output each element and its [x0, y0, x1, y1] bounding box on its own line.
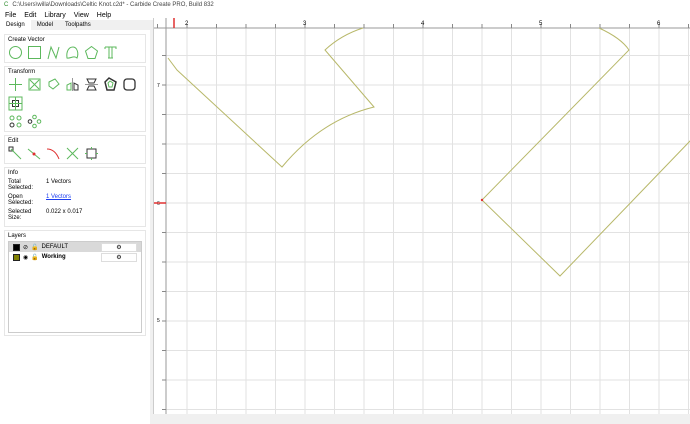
layers-group: Layers ⊘ 🔓 DEFAULT ⚙ ◉ 🔓 Working ⚙: [4, 230, 146, 336]
tab-design[interactable]: Design: [0, 20, 31, 30]
group-title: Layers: [8, 233, 142, 239]
gear-icon[interactable]: ⚙: [101, 243, 137, 252]
total-selected-value: 1 Vectors: [46, 179, 71, 191]
selected-size-value: 0.022 x 0.017: [46, 209, 82, 221]
menu-file[interactable]: File: [5, 12, 16, 19]
circle-icon[interactable]: [8, 45, 23, 60]
create-vector-group: Create Vector: [4, 34, 146, 63]
polyline-icon[interactable]: [46, 45, 61, 60]
mirror-vertical-icon[interactable]: [84, 77, 99, 92]
lock-icon[interactable]: 🔓: [31, 244, 38, 251]
tab-toolpaths[interactable]: Toolpaths: [59, 20, 97, 30]
open-selected-link[interactable]: 1 Vectors: [46, 194, 71, 206]
layer-row[interactable]: ⊘ 🔓 DEFAULT ⚙: [9, 242, 141, 252]
open-selected-label: Open Selected:: [8, 194, 46, 206]
group-title: Edit: [8, 138, 142, 144]
menu-edit[interactable]: Edit: [24, 12, 36, 19]
selected-size-label: Selected Size:: [8, 209, 46, 221]
node-edit-icon[interactable]: [8, 146, 23, 161]
canvas-svg[interactable]: 2 3 4 5 6 7 6 5: [154, 18, 690, 414]
layer-row[interactable]: ◉ 🔓 Working ⚙: [9, 252, 141, 262]
array-grid-icon[interactable]: [8, 114, 23, 129]
scale-icon[interactable]: [27, 77, 42, 92]
menu-view[interactable]: View: [74, 12, 89, 19]
menu-library[interactable]: Library: [44, 12, 65, 19]
lock-icon[interactable]: 🔓: [31, 254, 38, 261]
ruler-y-label: 6: [157, 201, 160, 207]
ruler-y-label: 7: [157, 83, 160, 89]
selected-node: [481, 199, 483, 201]
offset-icon[interactable]: [103, 77, 118, 92]
round-corners-icon[interactable]: [122, 77, 137, 92]
window-title: C:\Users\willa\Downloads\Celtic Knot.c2d…: [12, 2, 213, 8]
group-title: Transform: [8, 69, 142, 75]
ruler-y-label: 5: [157, 318, 160, 324]
rectangle-icon[interactable]: [27, 45, 42, 60]
mirror-horizontal-icon[interactable]: [65, 77, 80, 92]
group-title: Info: [8, 170, 142, 176]
rotate-icon[interactable]: [46, 77, 61, 92]
gear-icon[interactable]: ⚙: [101, 253, 137, 262]
join-icon[interactable]: [84, 146, 99, 161]
title-bar: C C:\Users\willa\Downloads\Celtic Knot.c…: [0, 0, 690, 10]
app-icon: C: [4, 2, 8, 8]
text-icon[interactable]: [103, 45, 118, 60]
left-ruler: [154, 18, 166, 414]
hidden-eye-icon[interactable]: ⊘: [23, 244, 28, 251]
curve-icon[interactable]: [65, 45, 80, 60]
group-title: Create Vector: [8, 37, 142, 43]
add-node-icon[interactable]: [27, 146, 42, 161]
tab-model[interactable]: Model: [31, 20, 59, 30]
array-circular-icon[interactable]: [27, 114, 42, 129]
trim-icon[interactable]: [65, 146, 80, 161]
eye-icon[interactable]: ◉: [23, 254, 28, 261]
grid: [158, 28, 690, 414]
transform-group: Transform: [4, 66, 146, 132]
layers-list: ⊘ 🔓 DEFAULT ⚙ ◉ 🔓 Working ⚙: [8, 241, 142, 333]
design-canvas[interactable]: 2 3 4 5 6 7 6 5: [153, 18, 690, 414]
align-icon[interactable]: [8, 96, 23, 111]
move-icon[interactable]: [8, 77, 23, 92]
edit-group: Edit: [4, 135, 146, 164]
polygon-icon[interactable]: [84, 45, 99, 60]
info-group: Info Total Selected:1 Vectors Open Selec…: [4, 167, 146, 227]
left-panel: Design Model Toolpaths Create Vector Tra…: [0, 20, 150, 414]
curve-segment-icon[interactable]: [46, 146, 61, 161]
vector-path: [168, 28, 374, 167]
total-selected-label: Total Selected:: [8, 179, 46, 191]
layer-color-swatch[interactable]: [13, 244, 20, 251]
menu-help[interactable]: Help: [97, 12, 111, 19]
layer-name: DEFAULT: [42, 244, 69, 250]
layer-name: Working: [42, 254, 66, 260]
layer-color-swatch[interactable]: [13, 254, 20, 261]
